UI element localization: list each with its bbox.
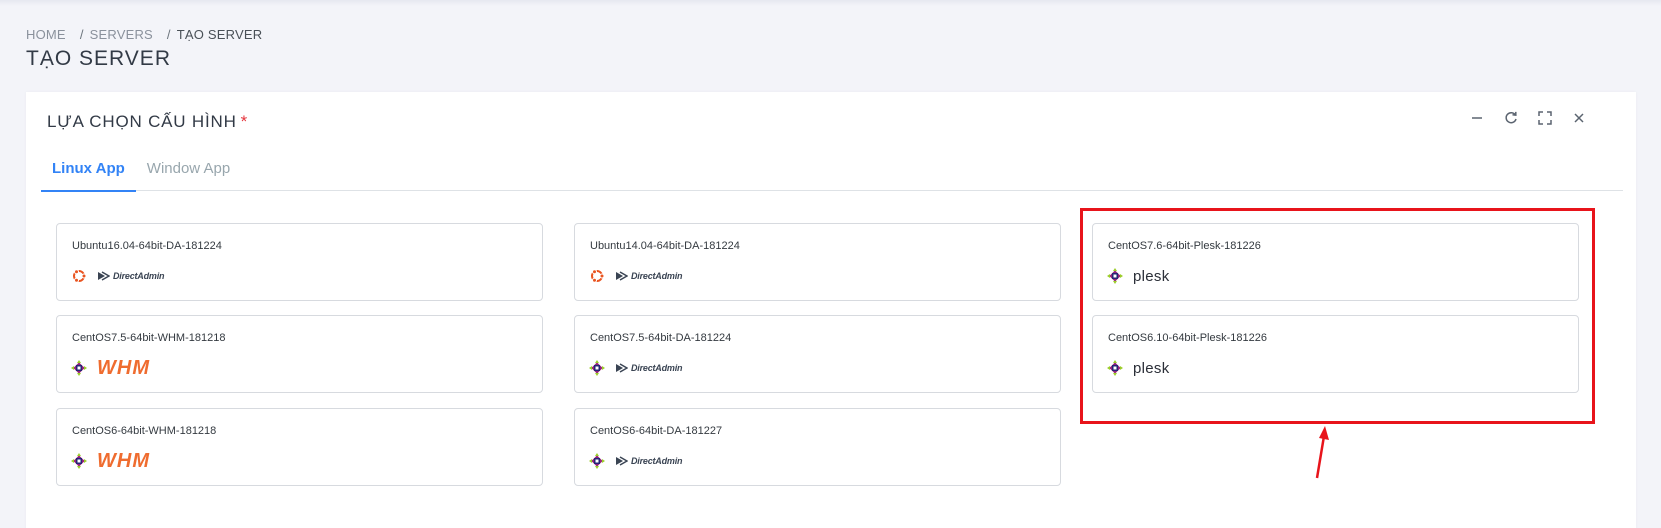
os-option-card[interactable]: CentOS7.5-64bit-WHM-181218 WHM (56, 315, 543, 393)
os-option-card[interactable]: CentOS7.6-64bit-Plesk-181226 plesk (1092, 223, 1579, 301)
ubuntu-icon (589, 268, 605, 284)
tab-linux-app[interactable]: Linux App (41, 152, 136, 192)
directadmin-logo-text: DirectAdmin (631, 456, 683, 466)
centos-icon (589, 453, 605, 469)
os-option-name: CentOS6-64bit-DA-181227 (590, 425, 723, 437)
annotation-arrow-icon (1315, 426, 1329, 479)
minimize-icon[interactable] (1467, 108, 1486, 127)
os-option-name: CentOS6-64bit-WHM-181218 (72, 425, 217, 437)
required-mark: * (240, 112, 249, 131)
os-option-card[interactable]: CentOS7.5-64bit-DA-181224 DirectAdmin (574, 315, 1061, 393)
breadcrumb: HOME / SERVERS / TẠO SERVER (26, 27, 262, 42)
directadmin-logo: DirectAdmin (97, 271, 165, 281)
fullscreen-icon[interactable] (1535, 108, 1554, 127)
card-title-text: LỰA CHỌN CẤU HÌNH (47, 112, 237, 131)
ubuntu-icon (71, 268, 87, 284)
page-title: TẠO SERVER (26, 47, 171, 70)
os-option-card[interactable]: Ubuntu14.04-64bit-DA-181224 DirectAdmin (574, 223, 1061, 301)
os-option-name: CentOS7.5-64bit-DA-181224 (590, 332, 732, 344)
centos-icon (1107, 360, 1123, 376)
directadmin-logo-text: DirectAdmin (631, 363, 683, 373)
os-option-card[interactable]: CentOS6-64bit-WHM-181218 WHM (56, 408, 543, 486)
card-title: LỰA CHỌN CẤU HÌNH * (47, 112, 248, 132)
topbar-shadow (0, 0, 1661, 6)
whm-logo: WHM (97, 450, 150, 472)
directadmin-logo-text: DirectAdmin (631, 271, 683, 281)
os-option-card[interactable]: CentOS6.10-64bit-Plesk-181226 plesk (1092, 315, 1579, 393)
card-tools (1467, 108, 1588, 127)
centos-icon (589, 360, 605, 376)
os-option-name: CentOS7.5-64bit-WHM-181218 (72, 332, 226, 344)
centos-icon (71, 453, 87, 469)
centos-icon (71, 360, 87, 376)
directadmin-logo: DirectAdmin (615, 456, 683, 466)
centos-icon (1107, 268, 1123, 284)
os-option-name: Ubuntu14.04-64bit-DA-181224 (590, 240, 740, 252)
close-icon[interactable] (1569, 108, 1588, 127)
breadcrumb-home[interactable]: HOME (26, 27, 66, 42)
breadcrumb-current: TẠO SERVER (176, 27, 263, 42)
breadcrumb-servers[interactable]: SERVERS (90, 27, 153, 42)
plesk-logo: plesk (1133, 267, 1170, 285)
directadmin-logo-text: DirectAdmin (113, 271, 165, 281)
directadmin-logo: DirectAdmin (615, 363, 683, 373)
refresh-icon[interactable] (1501, 108, 1520, 127)
tab-window-app[interactable]: Window App (136, 152, 241, 191)
whm-logo: WHM (97, 357, 150, 379)
directadmin-logo: DirectAdmin (615, 271, 683, 281)
os-option-name: Ubuntu16.04-64bit-DA-181224 (72, 240, 222, 252)
os-option-name: CentOS6.10-64bit-Plesk-181226 (1108, 332, 1267, 344)
breadcrumb-separator: / (166, 27, 171, 42)
plesk-logo: plesk (1133, 359, 1170, 377)
breadcrumb-separator: / (79, 27, 84, 42)
app-tabs: Linux App Window App (41, 152, 1623, 192)
os-option-name: CentOS7.6-64bit-Plesk-181226 (1108, 240, 1261, 252)
os-option-card[interactable]: CentOS6-64bit-DA-181227 DirectAdmin (574, 408, 1061, 486)
os-option-card[interactable]: Ubuntu16.04-64bit-DA-181224 DirectAdmin (56, 223, 543, 301)
